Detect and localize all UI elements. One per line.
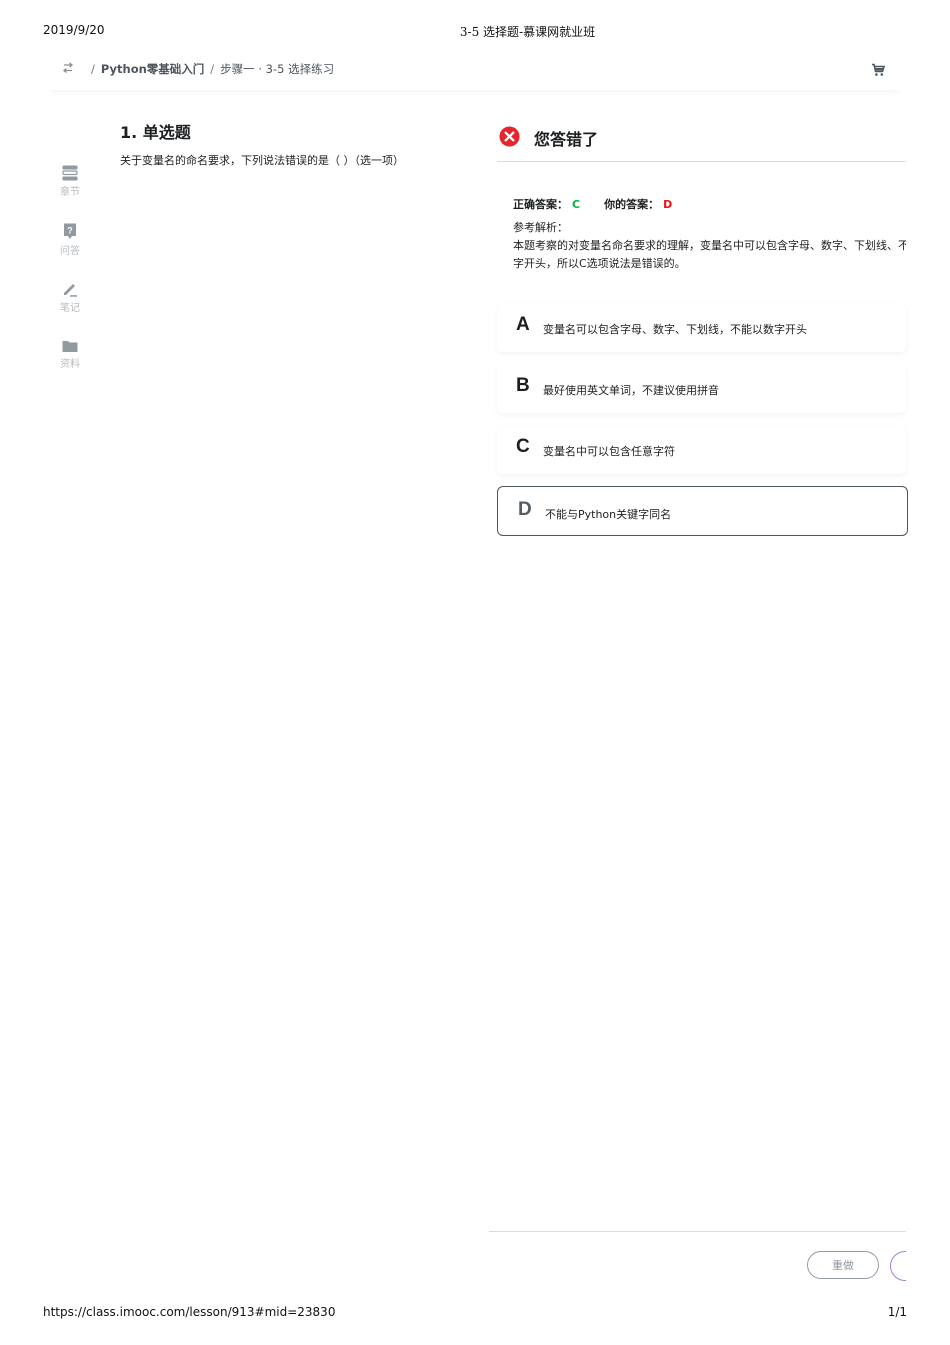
bottom-divider <box>489 1231 906 1232</box>
wrong-answer-icon <box>499 126 520 147</box>
svg-text:?: ? <box>67 226 73 236</box>
result-header: 您答错了 <box>497 124 906 162</box>
option-text: 变量名中可以包含任意字符 <box>543 445 675 458</box>
folder-icon <box>62 341 78 352</box>
analysis: 参考解析： 本题考察的对变量名命名要求的理解，变量名中可以包含字母、数字、下划线… <box>513 219 906 273</box>
analysis-text-line: 字开头，所以C选项说法是错误的。 <box>513 257 686 270</box>
option-text: 变量名可以包含字母、数字、下划线，不能以数字开头 <box>543 323 807 336</box>
breadcrumb-separator: / <box>91 62 95 76</box>
answer-summary: 正确答案： C 你的答案： D <box>513 196 672 212</box>
sidenav-item-materials[interactable]: 资料 <box>50 339 90 397</box>
sidenav-item-label: 笔记 <box>60 303 80 314</box>
option-letter: C <box>516 436 530 457</box>
print-url: https://class.imooc.com/lesson/913#mid=2… <box>43 1305 336 1319</box>
your-answer-label: 你的答案： <box>604 198 660 211</box>
option-letter: A <box>516 314 530 335</box>
back-arrows-icon[interactable] <box>62 62 76 76</box>
sidenav-item-qa[interactable]: ? 问答 <box>50 223 90 281</box>
correct-answer-value: C <box>572 198 581 211</box>
chapter-icon <box>62 165 78 181</box>
question-text: 关于变量名的命名要求，下列说法错误的是（ ）（选一项） <box>120 154 404 167</box>
breadcrumb-current-step: 步骤一 · 3-5 选择练习 <box>220 62 335 76</box>
analysis-text-line: 本题考察的对变量名命名要求的理解，变量名中可以包含字母、数字、下划线、不 <box>513 239 906 252</box>
option-letter: D <box>518 499 532 520</box>
sidenav-item-label: 章节 <box>60 187 80 198</box>
top-bar: / Python零基础入门 / 步骤一 · 3-5 选择练习 <box>45 50 905 90</box>
result-title: 您答错了 <box>534 130 599 149</box>
option-a[interactable]: A 变量名可以包含字母、数字、下划线，不能以数字开头 <box>497 304 906 352</box>
analysis-label: 参考解析： <box>513 221 568 234</box>
breadcrumb-separator: / <box>210 62 215 76</box>
sidenav-item-label: 资料 <box>60 359 80 370</box>
option-c[interactable]: C 变量名中可以包含任意字符 <box>497 426 906 474</box>
sidenav-item-notes[interactable]: 笔记 <box>50 281 90 339</box>
correct-answer-label: 正确答案： <box>513 198 568 211</box>
print-page-title: 3-5 选择题-慕课网就业班 <box>459 25 596 39</box>
side-nav: 章节 ? 问答 笔记 资料 <box>50 165 90 397</box>
sidenav-item-label: 问答 <box>60 246 80 257</box>
option-b[interactable]: B 最好使用英文单词，不建议使用拼音 <box>497 365 906 413</box>
option-letter: B <box>516 375 530 396</box>
question-icon: ? <box>64 223 76 239</box>
option-d[interactable]: D 不能与Python关键字同名 <box>497 486 908 536</box>
sidenav-item-chapter[interactable]: 章节 <box>50 165 90 223</box>
option-text: 最好使用英文单词，不建议使用拼音 <box>543 384 719 397</box>
cart-icon[interactable] <box>871 62 887 78</box>
question-title: 1. 单选题 <box>120 123 191 142</box>
breadcrumb: / Python零基础入门 / 步骤一 · 3-5 选择练习 <box>85 61 334 77</box>
your-answer-value: D <box>663 198 673 211</box>
option-text: 不能与Python关键字同名 <box>545 508 672 521</box>
print-page-number: 1/1 <box>887 1305 907 1319</box>
breadcrumb-course-link[interactable]: Python零基础入门 <box>101 62 204 76</box>
pencil-icon <box>64 284 77 297</box>
redo-button[interactable]: 重做 <box>807 1251 879 1279</box>
